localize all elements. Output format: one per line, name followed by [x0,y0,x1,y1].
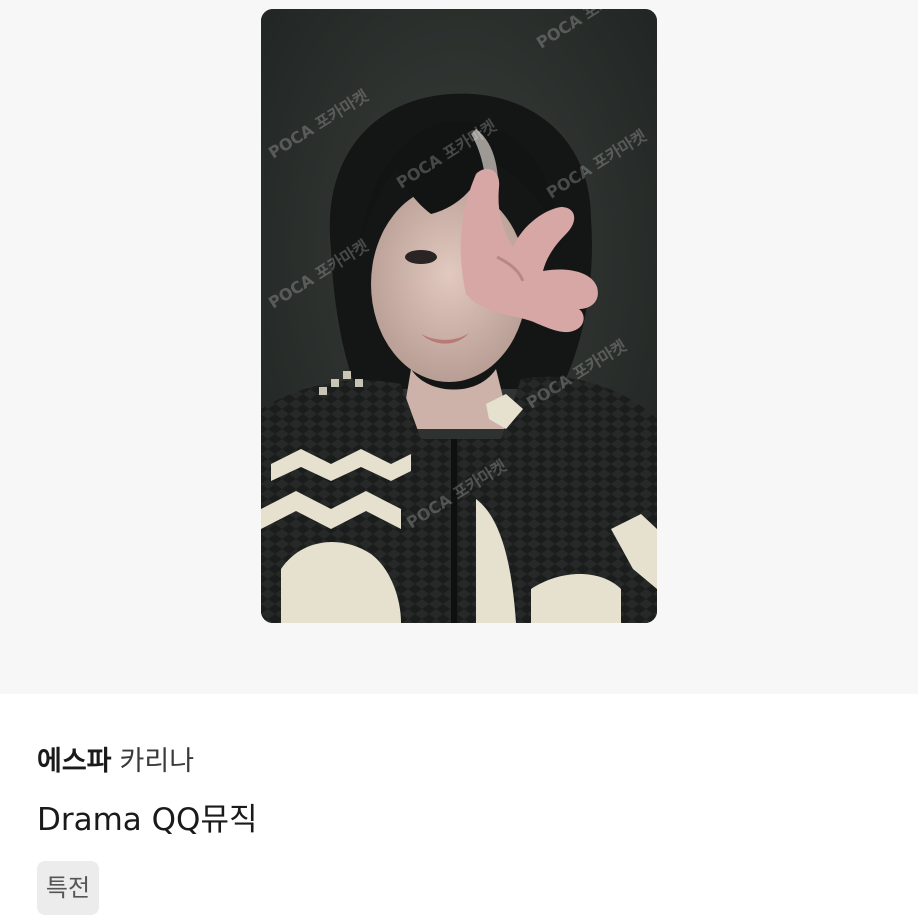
product-image-area: POCA 포카마켓 POCA 포카마켓 POCA 포카마켓 POCA 포카마켓 … [0,0,918,694]
group-name[interactable]: 에스파 [37,746,112,777]
listing-info: 에스파 카리나 Drama QQ뮤직 특전 [0,694,918,918]
member-name[interactable]: 카리나 [120,746,195,777]
album-title: Drama QQ뮤직 [37,802,258,838]
photocard-image[interactable]: POCA 포카마켓 POCA 포카마켓 POCA 포카마켓 POCA 포카마켓 … [261,9,657,623]
artist-line: 에스파 카리나 [37,745,194,779]
tag-badge[interactable]: 특전 [37,861,99,915]
photocard-illustration: POCA 포카마켓 POCA 포카마켓 POCA 포카마켓 POCA 포카마켓 … [261,9,657,623]
